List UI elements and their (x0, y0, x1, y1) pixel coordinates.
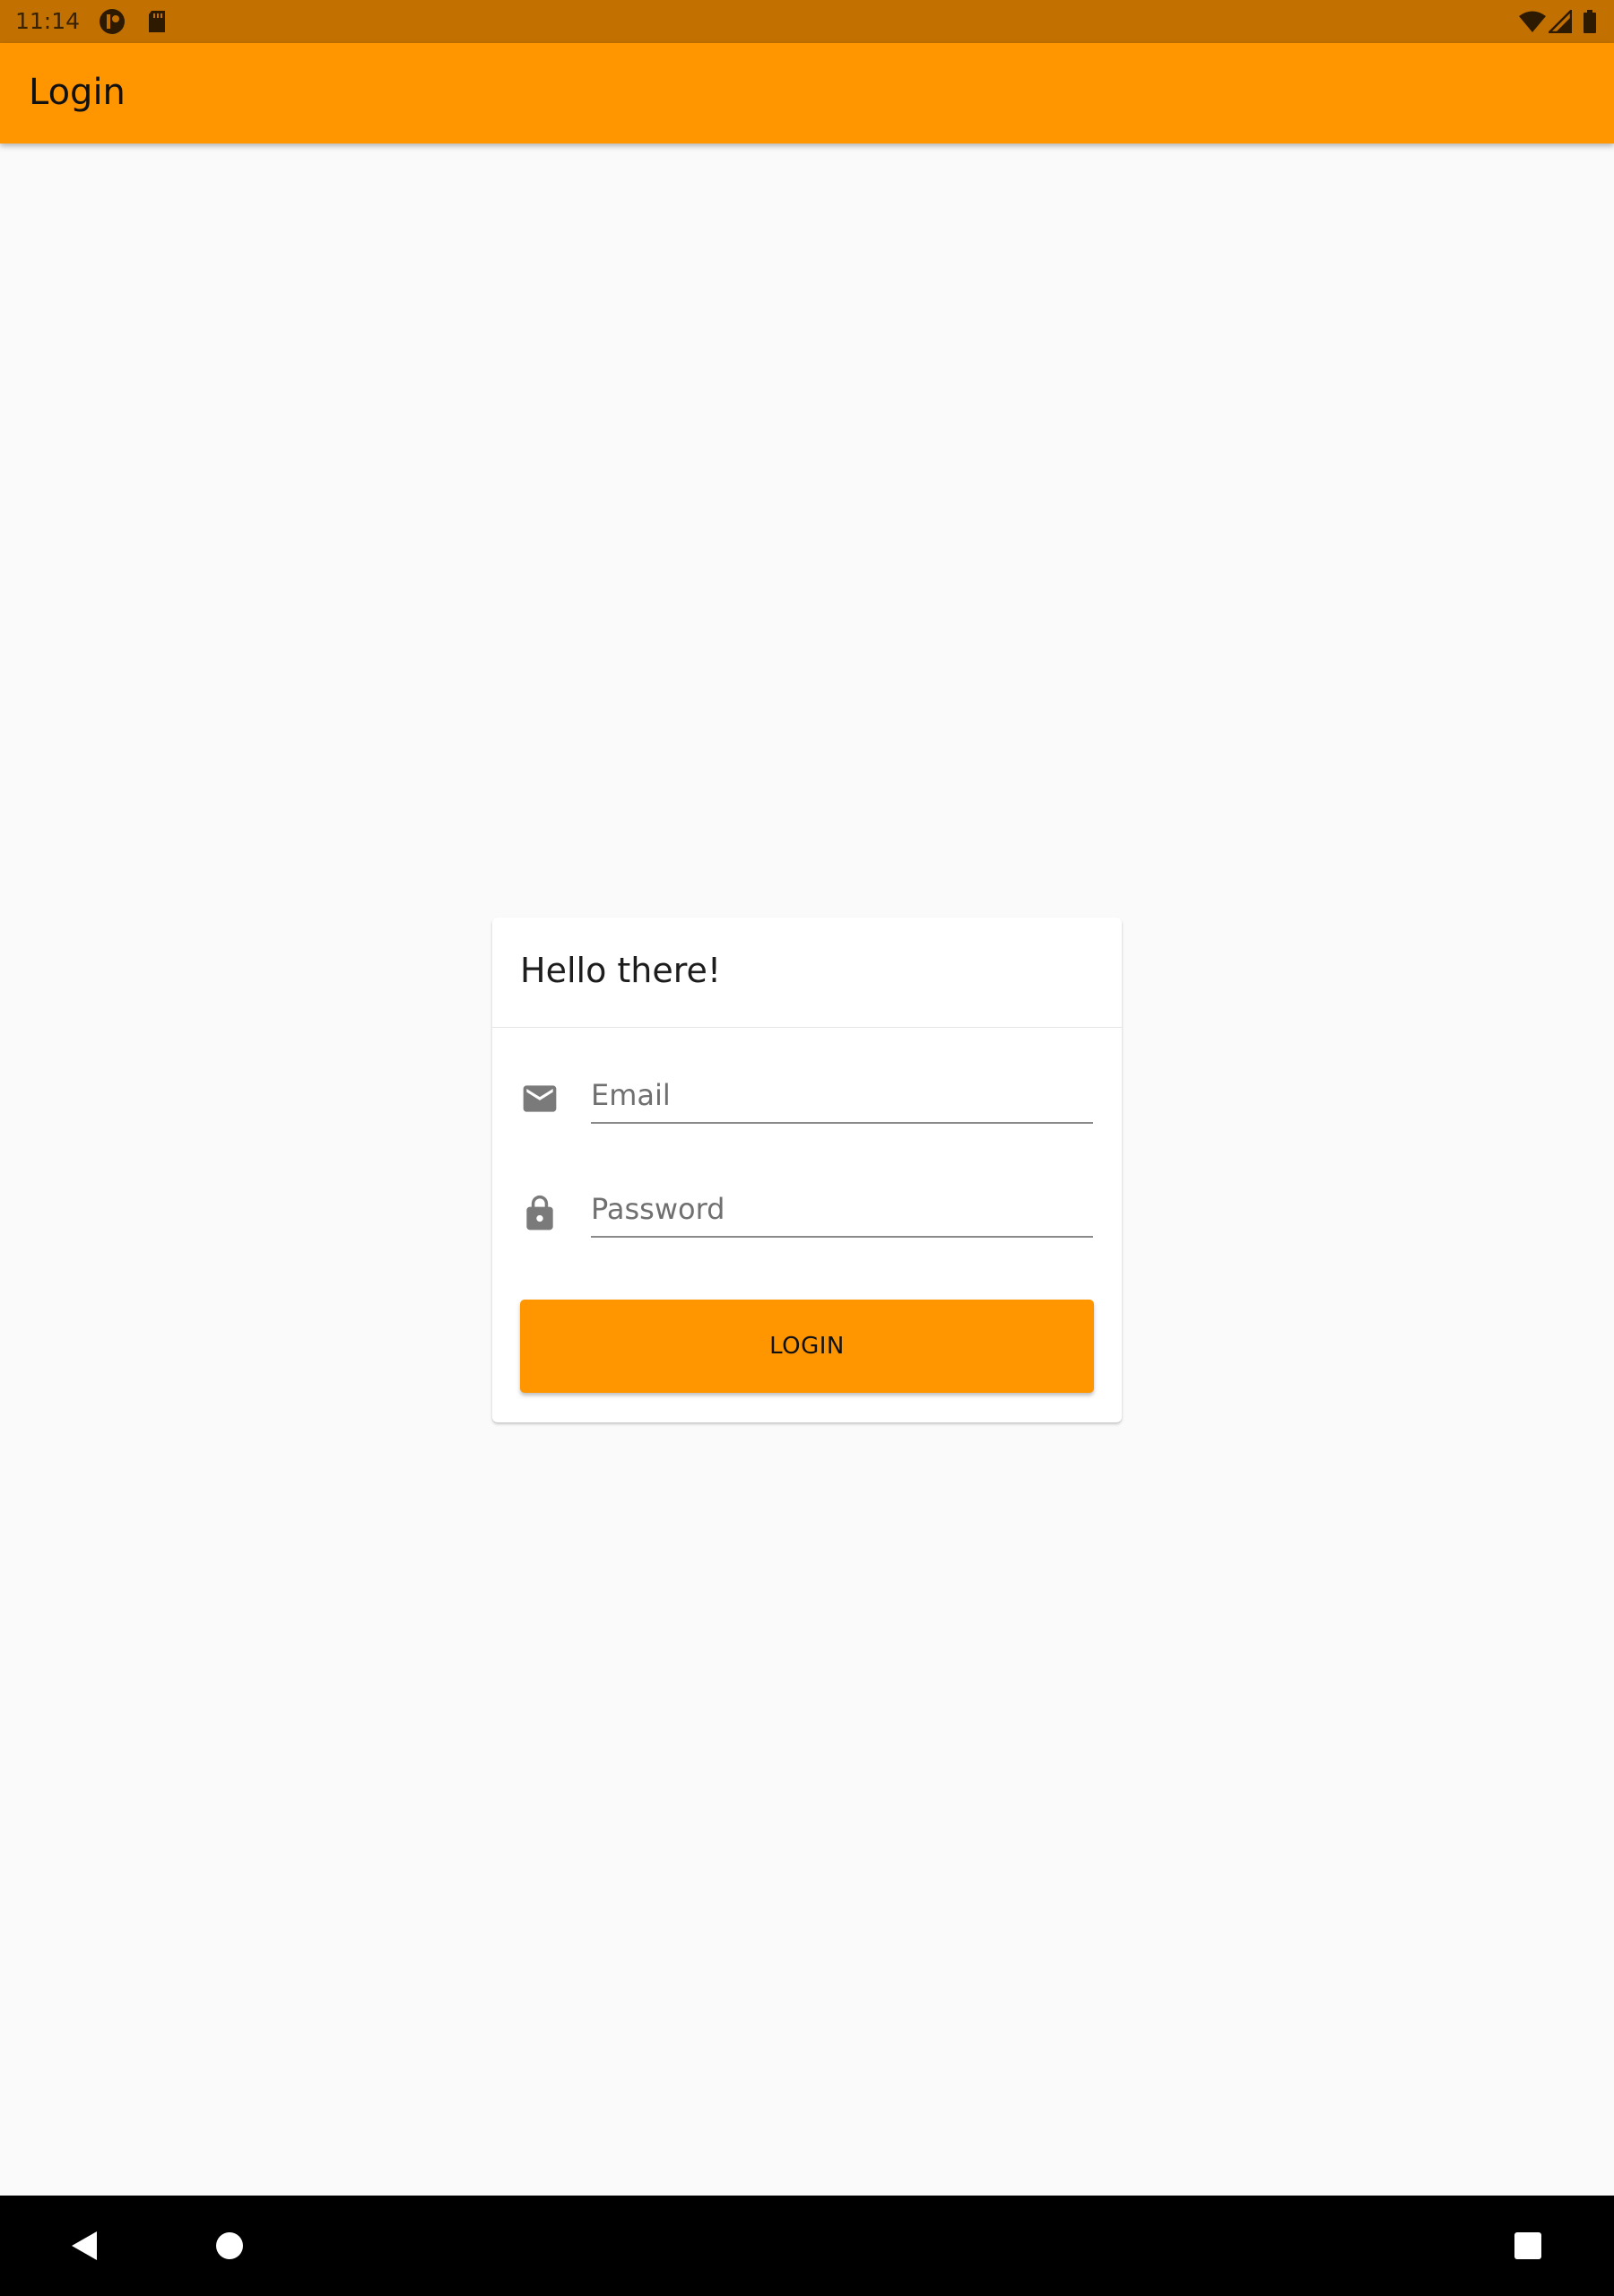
card-title: Hello there! (520, 951, 722, 990)
login-button[interactable]: LOGIN (520, 1300, 1094, 1393)
sd-card-icon (149, 11, 165, 32)
navigation-bar (0, 2196, 1614, 2296)
status-bar: 11:14 (0, 0, 1614, 43)
status-time: 11:14 (15, 8, 81, 34)
cell-signal-icon (1549, 10, 1572, 33)
wifi-icon (1519, 11, 1546, 32)
recents-icon[interactable] (1503, 2221, 1553, 2271)
login-card: Hello there! LOGIN (492, 918, 1122, 1422)
email-field[interactable] (591, 1068, 1093, 1124)
password-field[interactable] (591, 1182, 1093, 1238)
app-bar: Login (0, 43, 1614, 144)
battery-icon (1584, 10, 1596, 33)
lock-icon (526, 1195, 553, 1231)
card-divider (492, 1027, 1122, 1028)
email-icon (523, 1085, 557, 1112)
app-bar-title: Login (29, 72, 126, 113)
notification-app-icon (100, 9, 125, 34)
home-icon[interactable] (204, 2221, 255, 2271)
back-icon[interactable] (59, 2221, 109, 2271)
